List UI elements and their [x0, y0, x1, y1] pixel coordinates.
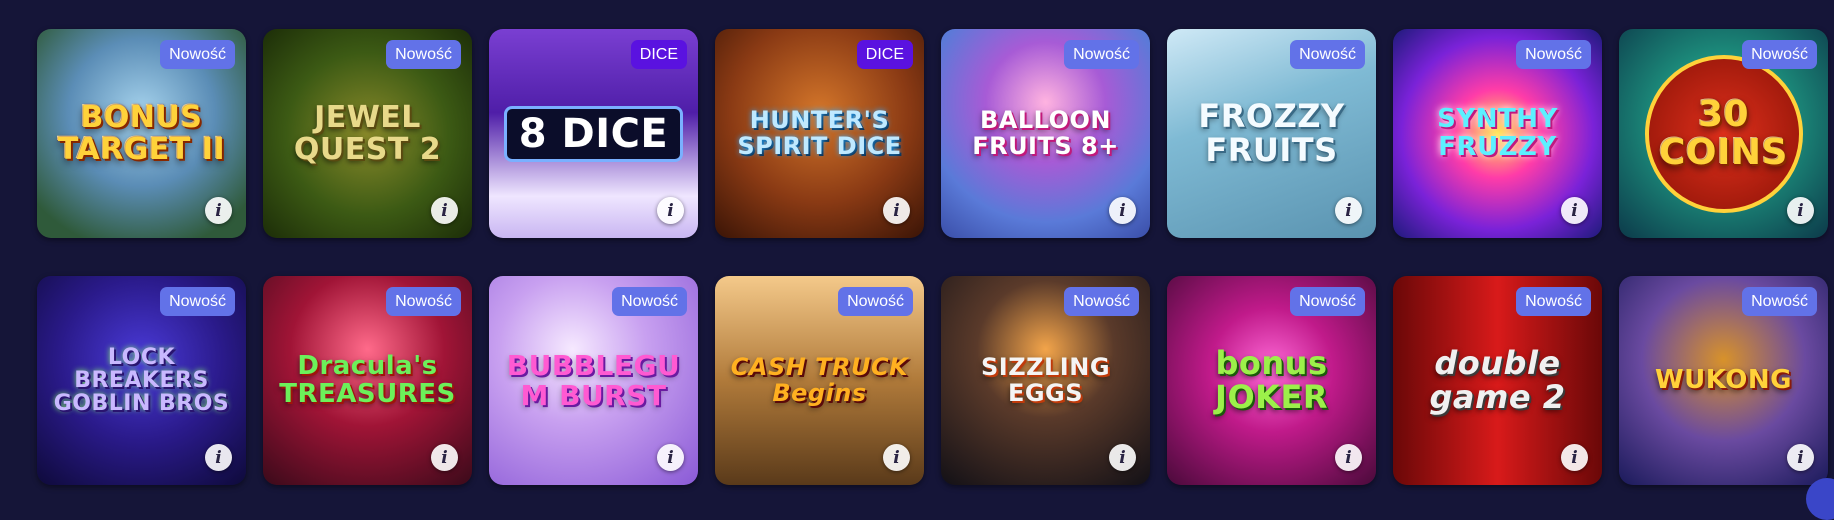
game-title: bonus JOKER — [1215, 343, 1328, 416]
info-icon[interactable]: i — [657, 197, 684, 224]
dice-badge: DICE — [856, 40, 913, 70]
info-icon[interactable]: i — [205, 444, 232, 471]
new-badge: Nowość — [612, 287, 687, 317]
game-title: BONUS TARGET II — [57, 100, 226, 167]
game-title: double game 2 — [1429, 343, 1566, 416]
info-icon[interactable]: i — [883, 444, 910, 471]
info-icon[interactable]: i — [1335, 197, 1362, 224]
new-badge: Nowość — [1290, 40, 1365, 70]
info-icon[interactable]: i — [1787, 444, 1814, 471]
info-icon[interactable]: i — [657, 444, 684, 471]
new-badge: Nowość — [160, 287, 235, 317]
game-title: SYNTHY FRUZZY — [1437, 104, 1558, 162]
game-tile-jewel-quest[interactable]: JEWEL QUEST 2 Nowość i — [263, 29, 472, 238]
new-badge: Nowość — [1516, 287, 1591, 317]
game-tile-bonus-joker[interactable]: bonus JOKER Nowość i — [1167, 276, 1376, 485]
new-badge: Nowość — [1290, 287, 1365, 317]
game-tile-synthy-fruzzy[interactable]: SYNTHY FRUZZY Nowość i — [1393, 29, 1602, 238]
game-tile-draculas-treasures[interactable]: Dracula's TREASURES Nowość i — [263, 276, 472, 485]
info-icon[interactable]: i — [1335, 444, 1362, 471]
info-icon[interactable]: i — [431, 197, 458, 224]
info-icon[interactable]: i — [1561, 444, 1588, 471]
game-tile-balloon-fruits[interactable]: BALLOON FRUITS 8+ Nowość i — [941, 29, 1150, 238]
game-title: 8 DICE — [503, 105, 684, 162]
game-title: BUBBLEGUM BURST — [506, 349, 681, 412]
new-badge: Nowość — [1064, 287, 1139, 317]
game-title: Dracula's TREASURES — [279, 351, 456, 409]
game-title: HUNTER'S SPIRIT DICE — [737, 106, 902, 160]
new-badge: Nowość — [386, 40, 461, 70]
game-tile-8-dice[interactable]: 8 DICE DICE i — [489, 29, 698, 238]
new-badge: Nowość — [160, 40, 235, 70]
game-title: JEWEL QUEST 2 — [293, 100, 442, 167]
game-tile-sizzling-eggs[interactable]: SIZZLING EGGS Nowość i — [941, 276, 1150, 485]
new-badge: Nowość — [386, 287, 461, 317]
new-badge: Nowość — [838, 287, 913, 317]
new-badge: Nowość — [1516, 40, 1591, 70]
game-tile-frozzy-fruits[interactable]: FROZZY FRUITS Nowość i — [1167, 29, 1376, 238]
new-badge: Nowość — [1742, 287, 1817, 317]
dice-badge: DICE — [630, 40, 687, 70]
info-icon[interactable]: i — [205, 197, 232, 224]
game-tile-goblin-bros[interactable]: LOCK BREAKERS GOBLIN BROS Nowość i — [37, 276, 246, 485]
game-title: LOCK BREAKERS GOBLIN BROS — [53, 344, 230, 417]
scroll-button[interactable] — [1806, 478, 1834, 520]
game-title: WUKONG — [1655, 364, 1792, 395]
info-icon[interactable]: i — [1561, 197, 1588, 224]
info-icon[interactable]: i — [1109, 444, 1136, 471]
game-title: FROZZY FRUITS — [1198, 96, 1345, 169]
info-icon[interactable]: i — [1109, 197, 1136, 224]
game-tile-hunters-spirit[interactable]: HUNTER'S SPIRIT DICE DICE i — [715, 29, 924, 238]
info-icon[interactable]: i — [883, 197, 910, 224]
game-title: 30 COINS — [1644, 54, 1803, 213]
new-badge: Nowość — [1064, 40, 1139, 70]
game-tile-bonus-target[interactable]: BONUS TARGET II Nowość i — [37, 29, 246, 238]
game-tile-wukong[interactable]: WUKONG Nowość i — [1619, 276, 1828, 485]
game-tile-double-game[interactable]: double game 2 Nowość i — [1393, 276, 1602, 485]
new-badge: Nowość — [1742, 40, 1817, 70]
game-title: CASH TRUCK Begins — [730, 353, 909, 407]
game-grid: BONUS TARGET II Nowość i JEWEL QUEST 2 N… — [37, 29, 1828, 485]
game-title: BALLOON FRUITS 8+ — [972, 106, 1119, 160]
info-icon[interactable]: i — [1787, 197, 1814, 224]
game-tile-bubblegum-burst[interactable]: BUBBLEGUM BURST Nowość i — [489, 276, 698, 485]
game-tile-30-coins[interactable]: 30 COINS Nowość i — [1619, 29, 1828, 238]
game-tile-cash-truck[interactable]: CASH TRUCK Begins Nowość i — [715, 276, 924, 485]
game-title: SIZZLING EGGS — [980, 353, 1111, 407]
info-icon[interactable]: i — [431, 444, 458, 471]
